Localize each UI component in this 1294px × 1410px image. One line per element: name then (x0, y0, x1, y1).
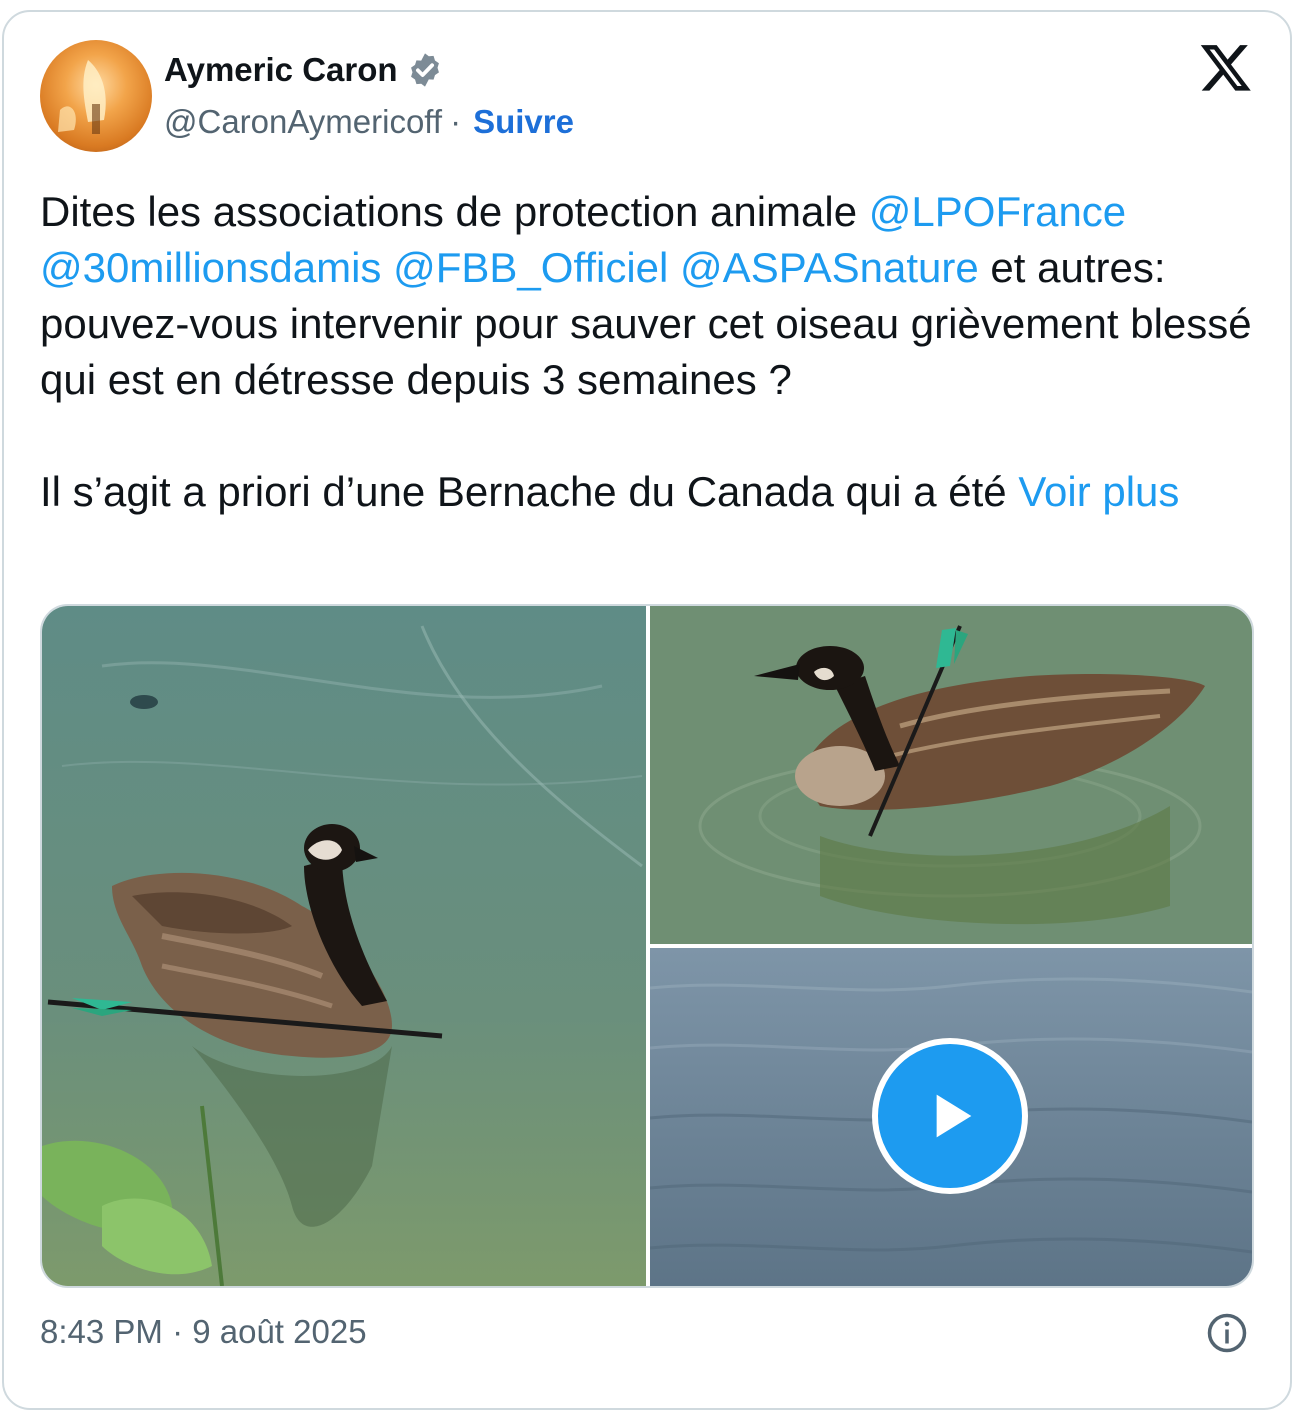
show-more-link[interactable]: Voir plus (1018, 468, 1179, 515)
x-logo-icon[interactable] (1198, 44, 1254, 94)
follow-button[interactable]: Suivre (473, 100, 574, 144)
separator-dot: · (450, 103, 462, 140)
mention-fbb-officiel[interactable]: @FBB_Officiel (393, 244, 668, 291)
verified-badge-icon (410, 53, 439, 87)
photo-goose-left[interactable] (42, 606, 646, 1286)
mention-aspasnature[interactable]: @ASPASnature (680, 244, 979, 291)
author-avatar[interactable] (40, 40, 152, 152)
author-name[interactable]: Aymeric Caron (164, 48, 398, 92)
play-button[interactable] (872, 1038, 1028, 1194)
tweet-text-part1: Dites les associations de protection ani… (40, 188, 869, 235)
video-thumbnail[interactable] (650, 948, 1252, 1286)
play-icon (936, 1094, 972, 1138)
tweet-timestamp[interactable]: 8:43 PM · 9 août 2025 (40, 1310, 367, 1354)
handle-row: @CaronAymericoff · Suivre (164, 100, 574, 144)
tweet-text-part3: Il s’agit a priori d’une Bernache du Can… (40, 468, 1019, 515)
media-grid (40, 604, 1254, 1288)
mention-lpofrance[interactable]: @LPOFrance (869, 188, 1126, 235)
tweet-paragraph-2: Il s’agit a priori d’une Bernache du Can… (40, 464, 1260, 520)
tweet-body: Dites les associations de protection ani… (40, 184, 1260, 520)
photo-goose-right[interactable] (650, 606, 1252, 944)
mention-30millionsdamis[interactable]: @30millionsdamis (40, 244, 381, 291)
author-handle[interactable]: @CaronAymericoff (164, 100, 442, 144)
tweet-paragraph-1: Dites les associations de protection ani… (40, 184, 1260, 408)
info-icon[interactable] (1206, 1312, 1248, 1354)
author-name-row[interactable]: Aymeric Caron (164, 48, 444, 92)
